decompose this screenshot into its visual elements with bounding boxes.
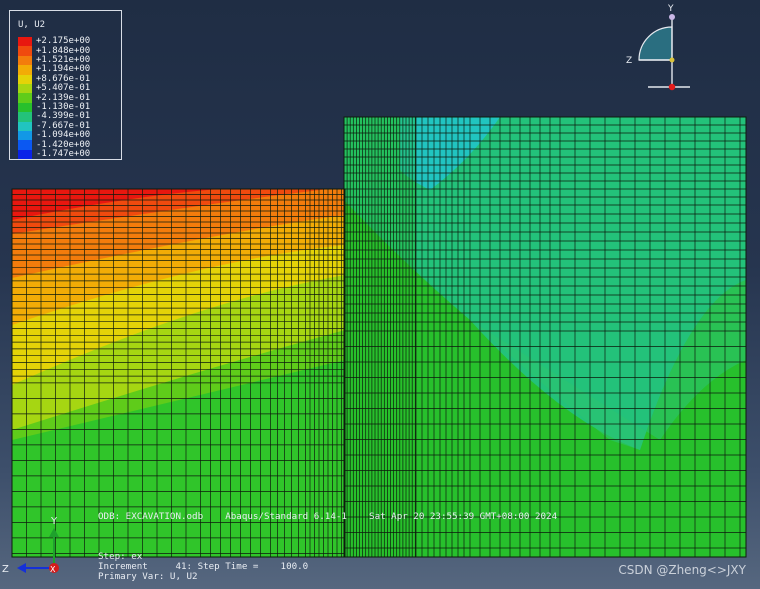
legend-entry: +2.175e+00 [18,36,91,47]
legend-swatch [18,84,32,94]
legend-swatch [18,102,32,113]
view-triad-top-icon: Y Z [626,4,690,91]
triad-top-z-label: Z [626,56,632,66]
legend-entry: -1.094e+00 [18,130,91,141]
legend-value: -1.094e+00 [36,130,91,141]
legend-swatch [18,140,32,150]
legend-title: U, U2 [18,20,46,30]
primary-var-label: Primary Var: U, U2 [98,571,198,582]
legend-swatch [18,131,32,141]
watermark: CSDN @Zheng<>JXY [618,563,746,577]
legend-value: +2.175e+00 [36,36,91,47]
legend-swatch [18,46,32,56]
legend-swatch [18,65,32,75]
legend-value: +5.407e-01 [36,83,91,94]
legend-entry: +5.407e-01 [18,83,91,94]
legend-swatch [18,37,32,47]
triad-x-label: X [50,565,56,574]
odb-info-text: ODB: EXCAVATION.odb Abaqus/Standard 6.14… [98,511,558,522]
legend-value: -1.747e+00 [36,148,91,159]
triad-z-label: Z [2,564,9,575]
legend-swatch [18,74,32,84]
legend-swatch [18,93,32,103]
triad-top-y-label: Y [667,4,674,14]
triad-y-label: Y [50,516,58,527]
left-soil-contour [12,189,345,557]
legend-entry: -1.747e+00 [18,148,91,160]
legend-swatch [18,149,32,160]
right-soil-contour [344,117,746,557]
legend-swatch [18,55,32,66]
legend-swatch [18,112,32,122]
legend-swatch [18,121,32,131]
contour-legend: U, U2 +2.175e+00 +1.848e+00 +1.521e+00 +1.1… [9,10,122,160]
